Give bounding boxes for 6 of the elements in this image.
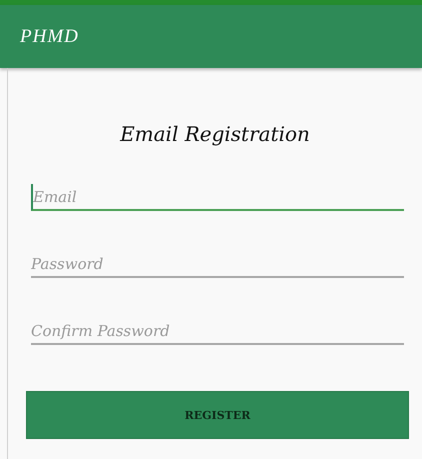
- input-field[interactable]: Email: [31, 184, 404, 211]
- app-title: PHMD: [20, 26, 79, 48]
- register-button[interactable]: REGISTER: [26, 391, 409, 439]
- input-field[interactable]: Confirm Password: [31, 318, 404, 345]
- page-heading: Email Registration: [120, 122, 310, 146]
- input-field[interactable]: Password: [31, 251, 404, 278]
